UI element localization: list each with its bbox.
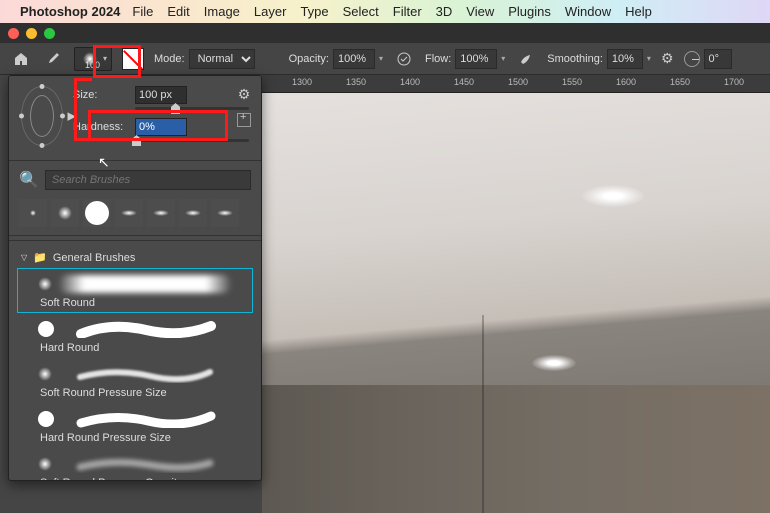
mode-label: Mode: [154, 53, 185, 65]
hardness-input[interactable] [135, 118, 187, 136]
menu-plugins[interactable]: Plugins [508, 4, 551, 19]
recent-brush[interactable] [83, 199, 111, 227]
disclosure-triangle-icon: ▽ [21, 253, 27, 262]
menu-help[interactable]: Help [625, 4, 652, 19]
brush-preset-panel: ▶ Size: Hardness: ⚙ 🔍 ▽ 📁 [8, 75, 262, 481]
size-input[interactable] [135, 86, 187, 104]
brush-tool-icon[interactable] [42, 48, 64, 70]
ceiling-light [582, 185, 644, 207]
angle-dial-icon[interactable] [684, 51, 700, 67]
hardness-label: Hardness: [73, 121, 129, 133]
folder-name: General Brushes [53, 252, 136, 264]
recent-brush[interactable] [51, 199, 79, 227]
brush-list-item[interactable]: Hard Round [17, 313, 253, 358]
menu-type[interactable]: Type [300, 4, 328, 19]
macos-menubar: Photoshop 2024 File Edit Image Layer Typ… [0, 0, 770, 23]
recent-brush[interactable] [211, 199, 239, 227]
airbrush-icon[interactable] [515, 48, 537, 70]
recent-brush[interactable] [19, 199, 47, 227]
menu-3d[interactable]: 3D [436, 4, 453, 19]
recent-brush[interactable] [115, 199, 143, 227]
canvas-area[interactable]: 1300 1350 1400 1450 1500 1550 1600 1650 … [262, 75, 770, 513]
hardness-slider[interactable] [135, 139, 249, 142]
menu-edit[interactable]: Edit [167, 4, 189, 19]
size-label: Size: [73, 89, 129, 101]
toggle-brush-panel-icon[interactable] [122, 48, 144, 70]
brush-list-item[interactable]: Soft Round Pressure Opacity [17, 448, 253, 480]
menu-file[interactable]: File [132, 4, 153, 19]
opacity-label: Opacity: [289, 53, 329, 65]
menu-layer[interactable]: Layer [254, 4, 287, 19]
menu-view[interactable]: View [466, 4, 494, 19]
flow-input[interactable] [455, 49, 497, 69]
minimize-window-icon[interactable] [26, 28, 37, 39]
chevron-down-icon: ▾ [103, 54, 107, 63]
brush-preview-icon: 100 [79, 50, 101, 68]
opacity-input[interactable] [333, 49, 375, 69]
horizontal-ruler: 1300 1350 1400 1450 1500 1550 1600 1650 … [262, 75, 770, 93]
brush-list-item[interactable]: Soft Round [17, 268, 253, 313]
folder-header[interactable]: ▽ 📁 General Brushes [9, 247, 261, 268]
brush-list-item[interactable]: Soft Round Pressure Size [17, 358, 253, 403]
menu-window[interactable]: Window [565, 4, 611, 19]
folder-icon: 📁 [33, 251, 47, 264]
brush-preset-picker[interactable]: 100 ▾ [74, 47, 112, 71]
smoothing-label: Smoothing: [547, 53, 603, 65]
pressure-opacity-icon[interactable] [393, 48, 415, 70]
home-icon[interactable] [10, 48, 32, 70]
close-window-icon[interactable] [8, 28, 19, 39]
search-icon: 🔍 [19, 170, 39, 190]
ceiling-light [532, 355, 576, 371]
blend-mode-select[interactable]: Normal [189, 49, 255, 69]
panel-gear-icon[interactable]: ⚙ [238, 86, 251, 103]
wall-area [262, 385, 770, 513]
brush-size-number: 100 [85, 60, 100, 70]
search-brushes-input[interactable] [45, 170, 251, 190]
menu-filter[interactable]: Filter [393, 4, 422, 19]
recent-brush[interactable] [179, 199, 207, 227]
size-slider[interactable] [135, 107, 249, 110]
menu-image[interactable]: Image [204, 4, 240, 19]
recent-brushes-row [9, 195, 261, 231]
app-name[interactable]: Photoshop 2024 [20, 4, 120, 19]
window-titlebar [0, 23, 770, 43]
brush-tip-preview[interactable]: ▶ [21, 86, 63, 146]
flip-arrow-icon[interactable]: ▶ [68, 110, 76, 123]
maximize-window-icon[interactable] [44, 28, 55, 39]
brush-list-item[interactable]: Hard Round Pressure Size [17, 403, 253, 448]
recent-brush[interactable] [147, 199, 175, 227]
smoothing-input[interactable] [607, 49, 643, 69]
menu-select[interactable]: Select [343, 4, 379, 19]
smoothing-options-gear-icon[interactable]: ⚙ [661, 50, 674, 67]
brush-folders[interactable]: ▽ 📁 General Brushes Soft Round Hard Roun… [9, 240, 261, 480]
angle-input[interactable] [704, 49, 732, 69]
options-bar: 100 ▾ Mode: Normal Opacity: ▾ Flow: ▾ Sm… [0, 43, 770, 75]
new-preset-icon[interactable] [237, 113, 251, 127]
flow-label: Flow: [425, 53, 451, 65]
